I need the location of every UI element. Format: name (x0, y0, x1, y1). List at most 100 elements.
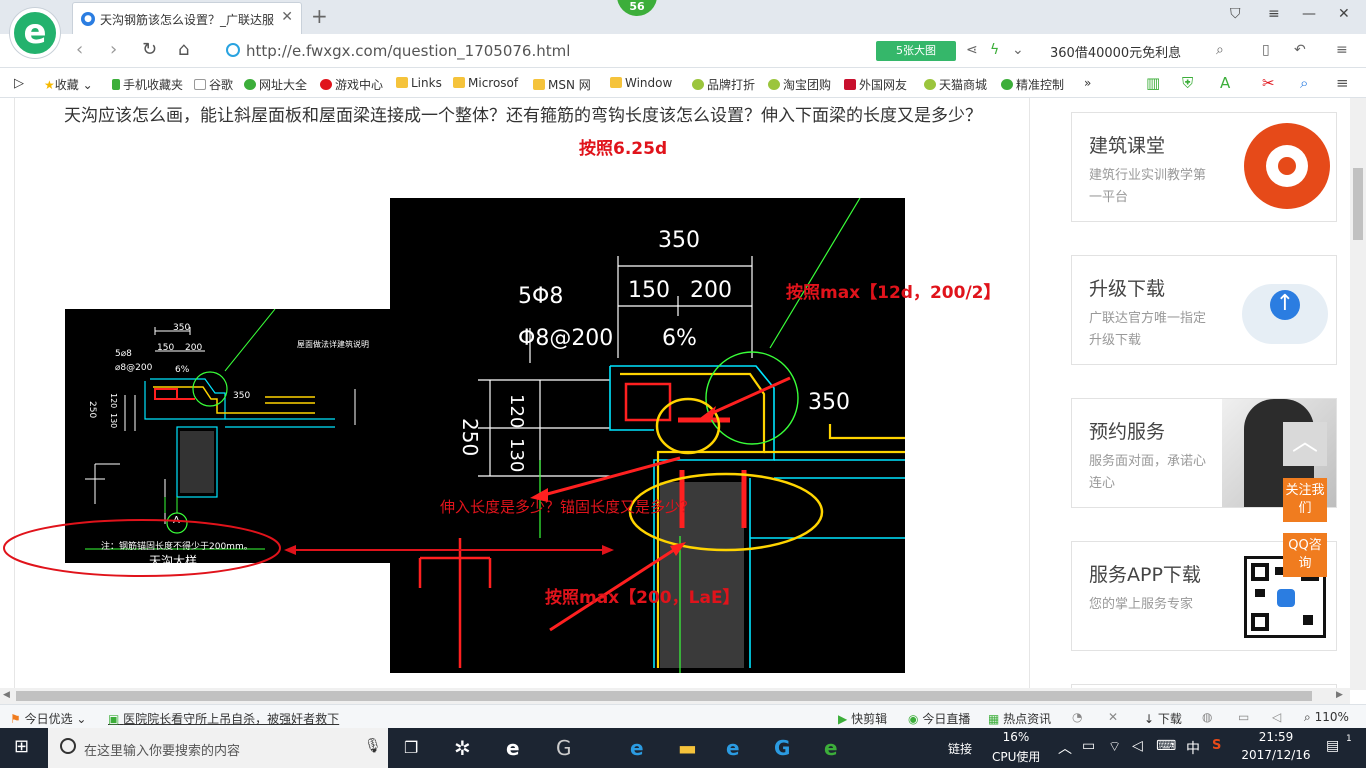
scroll-right-icon[interactable]: ▶ (1336, 690, 1343, 700)
bookmark-games[interactable]: 游戏中心 (320, 76, 383, 93)
zoom-level[interactable]: ⌕ 110% (1304, 710, 1349, 725)
wifi-icon[interactable]: ⌔ (1108, 738, 1121, 756)
glodon-app-icon[interactable]: G (556, 736, 572, 760)
accelerate-icon[interactable]: ◔ (1072, 710, 1082, 724)
volume-icon[interactable]: ◁ (1132, 738, 1143, 754)
horizontal-scroll-thumb[interactable] (16, 691, 1312, 701)
forward-icon[interactable]: › (110, 39, 117, 60)
ime-indicator[interactable]: 中 (1186, 738, 1200, 758)
skin-icon[interactable]: ⛉ (1230, 6, 1241, 22)
minimize-icon[interactable]: — (1302, 6, 1316, 22)
status-download[interactable]: ↓ 下载 (1144, 710, 1182, 727)
big-image-button[interactable]: 5张大图 (876, 41, 956, 61)
cad-slope-label: 6% (662, 326, 697, 351)
translate-icon[interactable]: A (1220, 74, 1230, 92)
card-download[interactable]: 升级下载 广联达官方唯一指定升级下载 ↑ (1071, 255, 1337, 365)
link-label[interactable]: 链接 (948, 740, 972, 757)
shield-icon[interactable]: ⛨ (1182, 74, 1193, 92)
battery-icon[interactable]: ▭ (1082, 738, 1095, 754)
bookmark-windows[interactable]: Window (610, 76, 672, 90)
undo-icon[interactable]: ↶ (1294, 42, 1306, 58)
vertical-scroll-thumb[interactable] (1353, 168, 1363, 240)
task-view-icon[interactable]: ❐ (404, 738, 418, 757)
search-icon[interactable]: ⌕ (1216, 42, 1224, 58)
clock-time[interactable]: 21:59 (1244, 730, 1308, 744)
today-picks[interactable]: ⚑ 今日优选 ⌄ (10, 710, 86, 727)
card-course[interactable]: 建筑课堂 建筑行业实训教学第一平台 (1071, 112, 1337, 222)
bookmark-brand[interactable]: 品牌打折 (692, 76, 755, 93)
keyboard-icon[interactable]: ⌨ (1156, 738, 1176, 754)
home-icon[interactable]: ⌂ (178, 39, 189, 60)
card-subtitle: 广联达官方唯一指定升级下载 (1089, 311, 1207, 348)
mute-icon[interactable]: ◁ (1272, 710, 1281, 724)
bookmark-precise[interactable]: 精准控制 (1001, 76, 1064, 93)
more-menu-icon[interactable]: ≡ (1336, 42, 1348, 58)
status-live[interactable]: ◉ 今日直播 (908, 710, 970, 727)
news-link[interactable]: ▣ 医院院长看守所上吊自杀，被强奸者救下 (108, 710, 339, 727)
reader-icon[interactable]: ▥ (1146, 74, 1160, 92)
cad-dim-250: 250 (87, 401, 97, 419)
action-center-icon[interactable]: ▤ (1326, 738, 1339, 754)
bookmark-links[interactable]: Links (396, 76, 442, 90)
search-tool-icon[interactable]: ⌕ (1300, 74, 1308, 92)
status-clip[interactable]: ▶ 快剪辑 (838, 710, 887, 727)
more-bookmarks-icon[interactable]: » (1084, 76, 1091, 90)
new-tab-icon[interactable]: + (311, 4, 328, 28)
clean-icon[interactable]: ◍ (1202, 710, 1212, 724)
internet-explorer-icon[interactable]: e (726, 736, 740, 760)
qq-consult-button[interactable]: QQ咨询 (1283, 533, 1327, 577)
360-browser-icon[interactable]: e (824, 736, 838, 760)
annotation-right: 按照max【12d，200/2】 (786, 283, 1001, 303)
back-icon[interactable]: ‹ (76, 39, 83, 60)
tab-close-icon[interactable]: ✕ (281, 9, 293, 25)
ad-link[interactable]: 360借40000元免利息 (1050, 42, 1181, 61)
ie-app-icon[interactable]: e (506, 736, 520, 760)
tab-active[interactable]: ● 天沟钢筋该怎么设置？_广联达服 ✕ (72, 2, 302, 34)
cad-dim-150: 150 (157, 343, 175, 353)
bookmark-mobile[interactable]: 手机收藏夹 (112, 76, 183, 93)
tray-expand-icon[interactable]: ︿ (1058, 738, 1072, 758)
status-news[interactable]: ▦ 热点资讯 (988, 710, 1051, 727)
browser-logo[interactable]: e (10, 8, 60, 58)
share-icon[interactable]: ⋖ (966, 42, 978, 58)
notification-badge[interactable]: 56 (617, 0, 657, 16)
bookmark-google[interactable]: 谷歌 (194, 76, 233, 93)
edge-icon[interactable]: e (630, 736, 644, 760)
glodon-active-icon[interactable]: G (774, 736, 790, 760)
bookmarks-bar: ▷ ★收藏 ⌄ 手机收藏夹 谷歌 网址大全 游戏中心 Links Microso… (0, 69, 1366, 98)
bookmark-microsoft[interactable]: Microsof (453, 76, 518, 90)
sogou-ime-icon[interactable]: S (1212, 738, 1221, 753)
column-divider (1029, 98, 1030, 688)
microphone-icon[interactable]: 🎙 (364, 738, 382, 754)
file-explorer-icon[interactable]: ▬ (678, 736, 697, 760)
refresh-icon[interactable]: ↻ (142, 39, 157, 60)
folder-icon (610, 77, 622, 88)
vertical-scrollbar[interactable] (1350, 98, 1366, 690)
horizontal-scrollbar[interactable]: ◀ ▶ (0, 688, 1350, 704)
bookmark-tmall[interactable]: 天猫商城 (924, 76, 987, 93)
follow-us-button[interactable]: 关注我们 (1283, 478, 1327, 522)
chevron-down-icon[interactable]: ⌄ (1012, 42, 1024, 58)
phone-icon[interactable]: ▯ (1262, 42, 1270, 58)
clock-date[interactable]: 2017/12/16 (1236, 748, 1316, 762)
sidebar-toggle-icon[interactable]: ▷ (14, 76, 24, 91)
bookmark-hao[interactable]: 网址大全 (244, 76, 307, 93)
scissors-icon[interactable]: ✂ (1262, 74, 1275, 92)
question-text: 天沟应该怎么画，能让斜屋面板和屋面梁连接成一个整体？还有箍筋的弯钩长度该怎么设置… (64, 106, 982, 126)
menu-icon[interactable]: ≡ (1268, 6, 1280, 22)
taskbar-search[interactable]: 在这里输入你要搜索的内容 🎙 (48, 728, 388, 768)
lightning-icon[interactable]: ϟ (990, 42, 999, 58)
bookmark-favorites[interactable]: ★收藏 ⌄ (44, 76, 93, 93)
windows-start-icon[interactable]: ⊞ (14, 736, 29, 757)
bookmark-taobao[interactable]: 淘宝团购 (768, 76, 831, 93)
window-icon[interactable]: ▭ (1238, 710, 1249, 724)
bookmark-foreign[interactable]: 外国网友 (844, 76, 907, 93)
scroll-left-icon[interactable]: ◀ (3, 690, 10, 700)
bookmark-msn[interactable]: MSN 网 (533, 76, 591, 93)
close-window-icon[interactable]: ✕ (1338, 6, 1350, 22)
tools-menu-icon[interactable]: ≡ (1336, 74, 1349, 92)
leaf-icon (768, 79, 780, 90)
repair-icon[interactable]: ✕ (1108, 710, 1118, 724)
fan-app-icon[interactable]: ✲ (454, 736, 471, 760)
back-to-top-icon[interactable]: ︿ (1283, 422, 1327, 466)
